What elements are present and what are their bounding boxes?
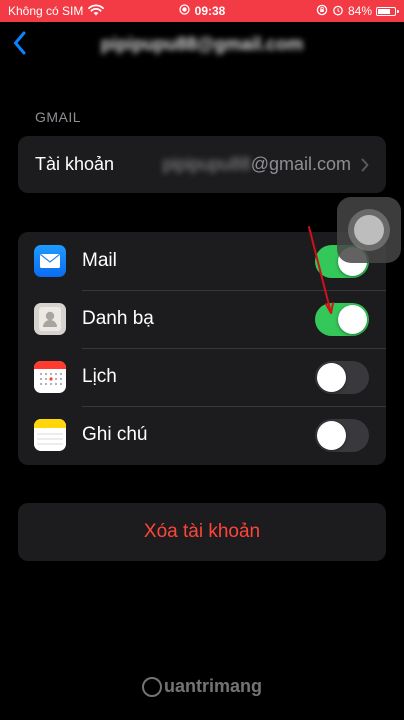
account-email: pipipupu88 @gmail.com (163, 154, 369, 175)
list-item-contacts: Danh bạ (18, 290, 386, 348)
wifi-icon (88, 3, 105, 19)
status-bar: Không có SIM 09:38 84% (0, 0, 404, 22)
account-label: Tài khoản (35, 154, 115, 174)
toggle-knob (338, 305, 367, 334)
services-list: Mail Danh bạ Lịch Ghi chú (18, 232, 386, 465)
carrier-label: Không có SIM (8, 4, 84, 18)
watermark: uantrimang (0, 676, 404, 697)
calendar-toggle[interactable] (315, 361, 369, 394)
list-item-label: Mail (82, 250, 117, 271)
assistive-touch-ring (348, 209, 390, 251)
list-item-label: Ghi chú (82, 424, 148, 445)
alarm-icon (332, 4, 344, 19)
battery-percent: 84% (347, 4, 372, 18)
contacts-app-icon (34, 303, 66, 335)
list-item-calendar: Lịch (18, 348, 386, 406)
assistive-touch-dot (354, 215, 384, 245)
screen-record-icon (178, 4, 190, 18)
status-right: 84% (316, 4, 399, 19)
battery-icon (376, 6, 399, 16)
clock: 09:38 (194, 4, 226, 18)
contacts-toggle[interactable] (315, 303, 369, 336)
notes-app-icon (34, 419, 66, 451)
delete-account-button[interactable]: Xóa tài khoản (18, 503, 386, 561)
page-title: pipipupu88@gmail.com (100, 34, 304, 54)
delete-account-label: Xóa tài khoản (143, 521, 261, 542)
battery-level (378, 8, 390, 14)
rotation-lock-icon (316, 4, 328, 19)
section-header: GMAIL (35, 109, 82, 125)
list-item-label: Danh bạ (82, 308, 154, 329)
watermark-logo-icon (141, 676, 162, 697)
list-item-notes: Ghi chú (18, 406, 386, 464)
toggle-knob (317, 421, 346, 450)
list-item-label: Lịch (82, 366, 117, 387)
status-left: Không có SIM (8, 3, 105, 19)
toggle-knob (317, 363, 346, 392)
account-email-domain: @gmail.com (250, 154, 351, 174)
chevron-right-icon (361, 158, 369, 172)
notes-toggle[interactable] (315, 419, 369, 452)
calendar-app-icon (34, 361, 66, 393)
account-row[interactable]: Tài khoản pipipupu88 @gmail.com (18, 136, 386, 193)
assistive-touch-button[interactable] (337, 197, 401, 263)
mail-app-icon (34, 245, 66, 277)
watermark-text: uantrimang (163, 676, 262, 696)
list-item-mail: Mail (18, 232, 386, 290)
navigation-bar: pipipupu88@gmail.com (0, 22, 404, 70)
account-email-hidden: pipipupu88 (162, 154, 251, 174)
